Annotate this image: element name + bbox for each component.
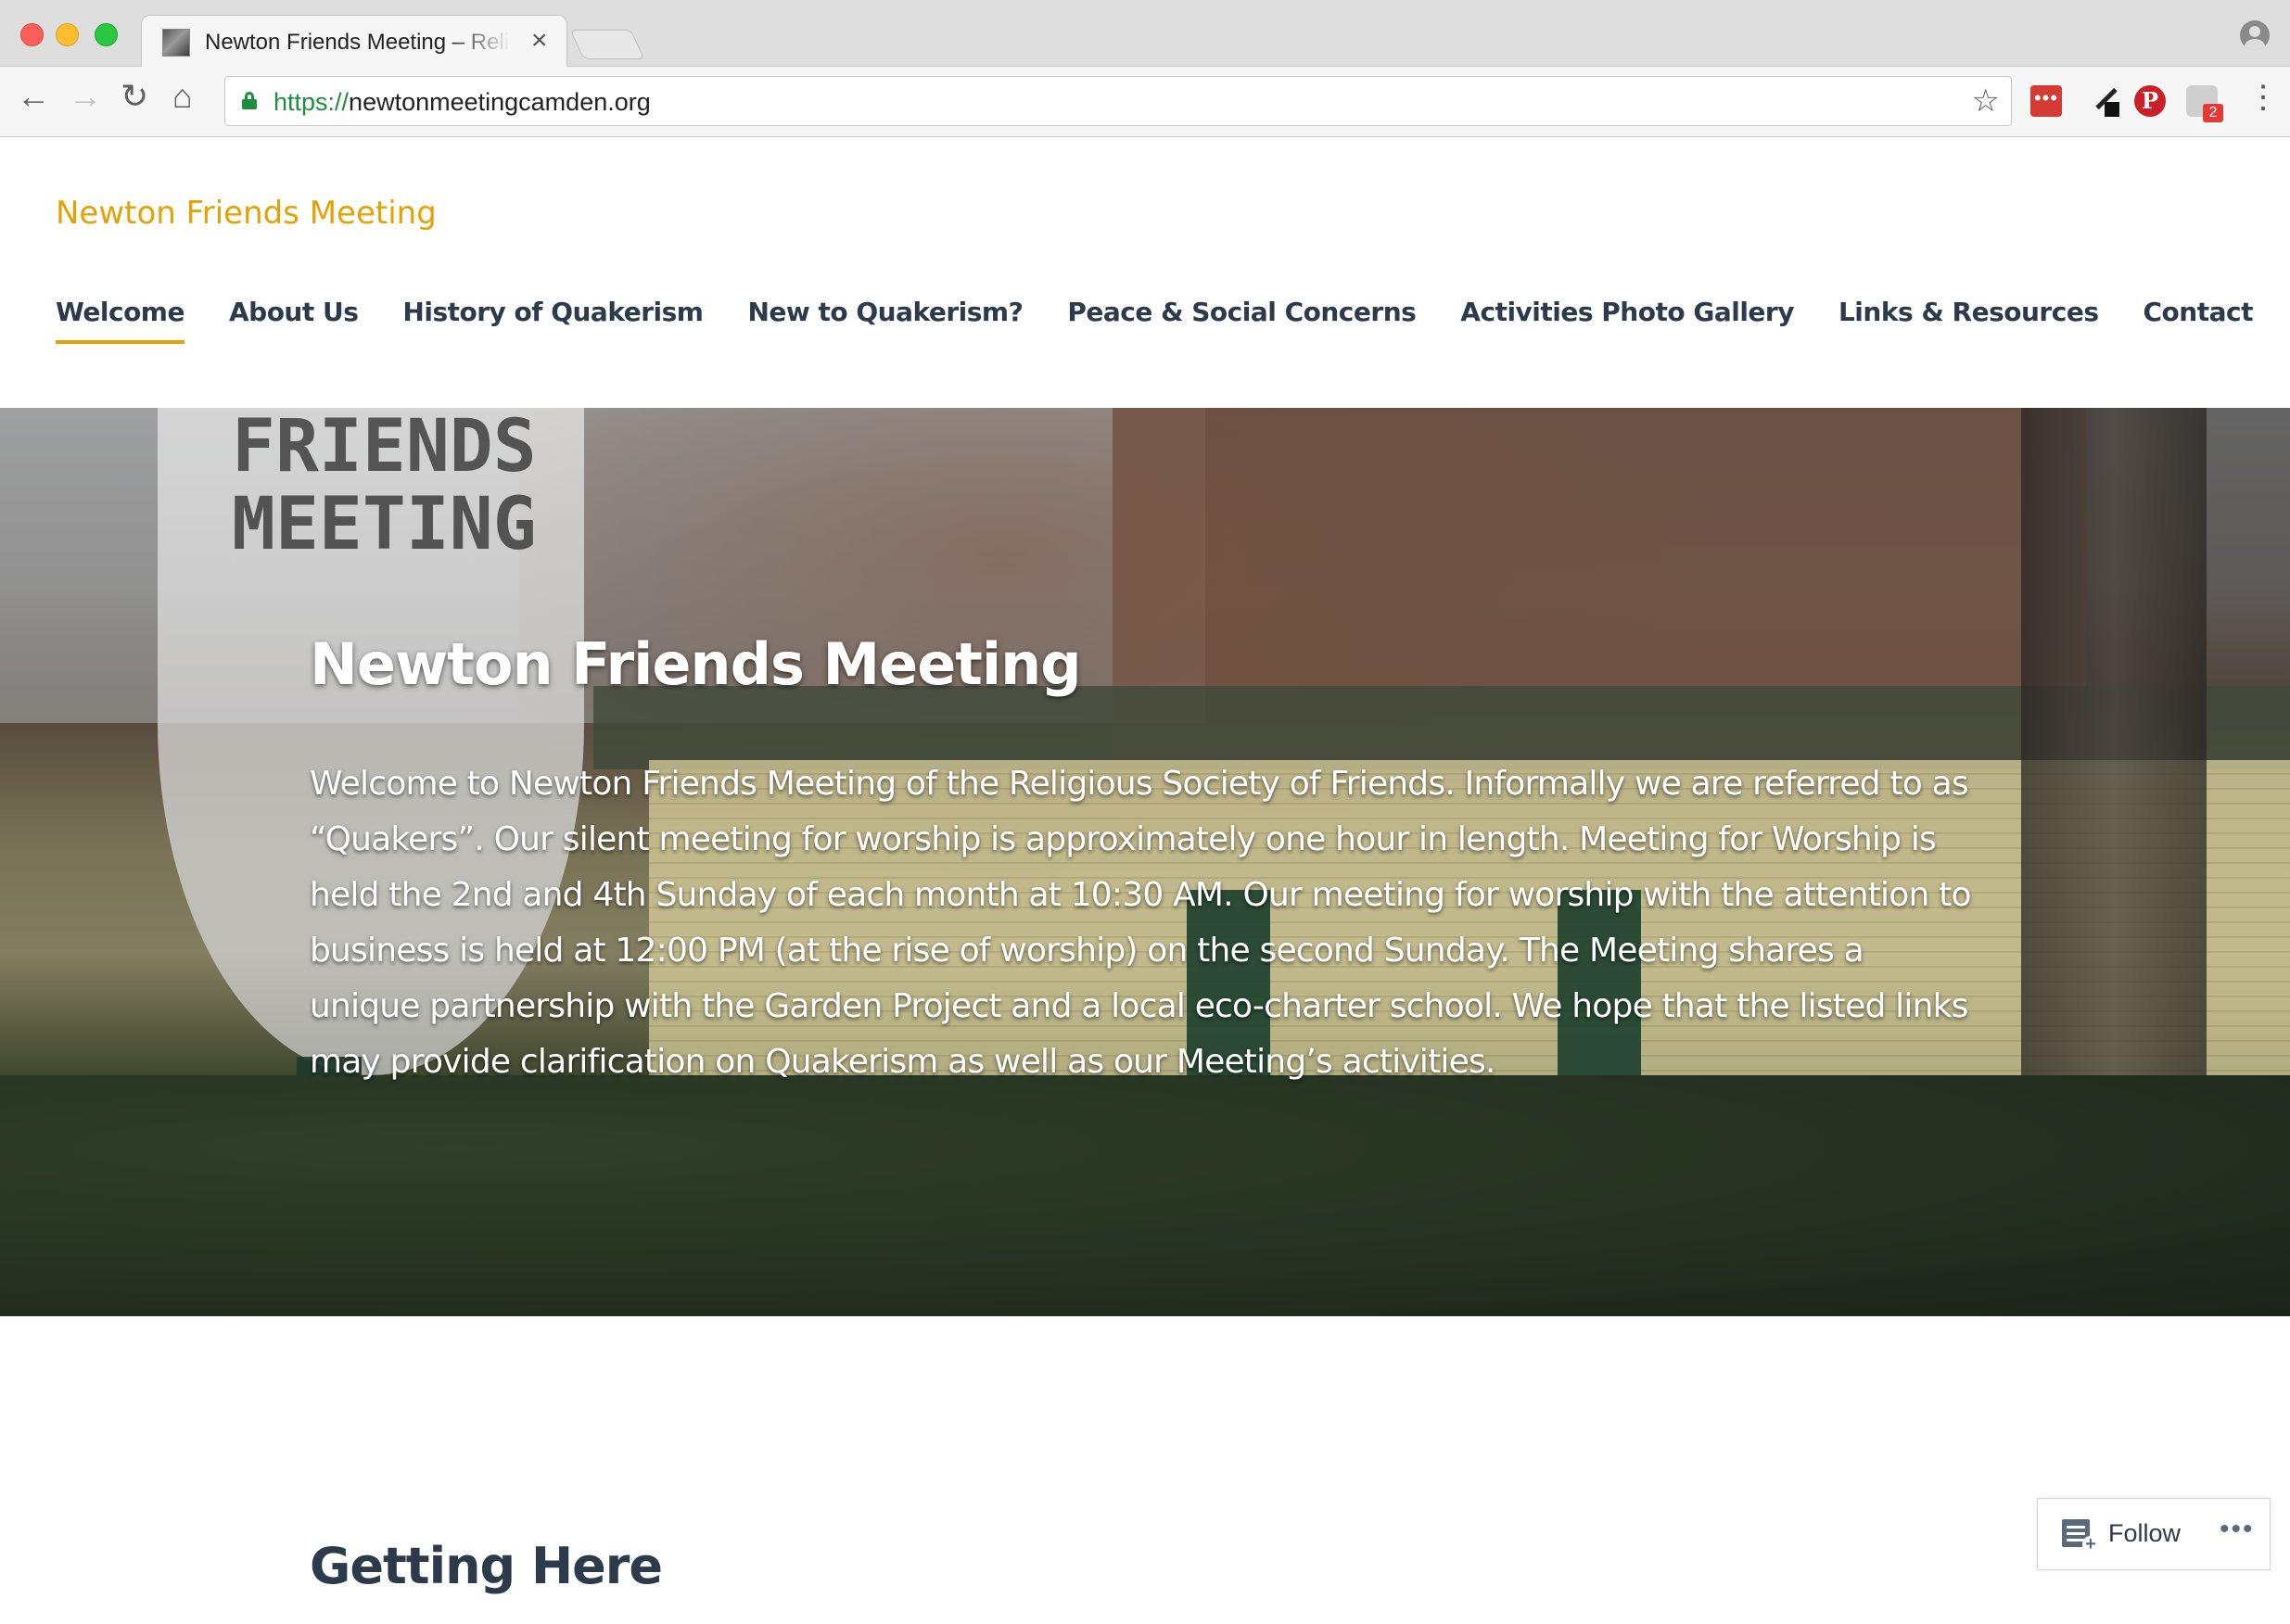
extension-icon[interactable]: 2 bbox=[2186, 85, 2223, 122]
nav-item-contact[interactable]: Contact bbox=[2144, 297, 2254, 344]
web-page: Newton Friends Meeting Welcome About Us … bbox=[0, 137, 2290, 1624]
extension-badge: 2 bbox=[2203, 104, 2223, 122]
main-navigation: Welcome About Us History of Quakerism Ne… bbox=[56, 297, 2253, 344]
profile-icon[interactable] bbox=[2240, 20, 2270, 50]
browser-tab-strip: Newton Friends Meeting – Religious Socie… bbox=[0, 0, 2290, 68]
close-window-button[interactable] bbox=[20, 23, 44, 46]
browser-toolbar: ← → ↻ ⌂ https://newtonmeetingcamden.org … bbox=[0, 67, 2290, 137]
hero-welcome-text: Welcome to Newton Friends Meeting of the… bbox=[310, 765, 1971, 1081]
nav-item-welcome[interactable]: Welcome bbox=[56, 297, 184, 344]
browser-tab-active[interactable]: Newton Friends Meeting – Religious Socie… bbox=[141, 15, 567, 68]
site-favicon-icon bbox=[162, 29, 190, 57]
color-picker-extension-icon[interactable] bbox=[2090, 85, 2121, 117]
zoom-window-button[interactable] bbox=[95, 23, 118, 46]
follow-button[interactable]: Follow bbox=[2108, 1519, 2181, 1548]
minimize-window-button[interactable] bbox=[56, 23, 79, 46]
url-host: newtonmeetingcamden.org bbox=[349, 88, 651, 116]
hero-heading: Newton Friends Meeting bbox=[310, 630, 1082, 698]
url-text[interactable]: https://newtonmeetingcamden.org bbox=[274, 88, 651, 117]
meeting-sign-text: FRIENDS MEETING bbox=[232, 408, 537, 566]
nav-item-about-us[interactable]: About Us bbox=[229, 297, 359, 344]
follow-icon[interactable]: + bbox=[2062, 1519, 2099, 1554]
pinterest-extension-icon[interactable]: P bbox=[2134, 85, 2166, 117]
url-scheme: https:// bbox=[274, 88, 350, 116]
nav-item-links-resources[interactable]: Links & Resources bbox=[1838, 297, 2099, 344]
nav-item-history-of-quakerism[interactable]: History of Quakerism bbox=[402, 297, 704, 344]
more-options-icon[interactable]: ••• bbox=[2220, 1514, 2255, 1545]
tab-title: Newton Friends Meeting – Religious Socie… bbox=[205, 30, 511, 55]
reload-icon[interactable]: ↻ bbox=[121, 80, 148, 113]
new-tab-button[interactable] bbox=[569, 30, 645, 59]
nav-item-activities-photo-gallery[interactable]: Activities Photo Gallery bbox=[1460, 297, 1794, 344]
home-icon[interactable]: ⌂ bbox=[172, 80, 193, 113]
hero-banner: FRIENDS MEETING Newton Friends Meeting W… bbox=[0, 408, 2290, 1316]
nav-item-peace-social-concerns[interactable]: Peace & Social Concerns bbox=[1067, 297, 1416, 344]
lastpass-extension-icon[interactable]: ••• bbox=[2030, 85, 2062, 117]
back-icon[interactable]: ← bbox=[17, 80, 50, 113]
address-bar[interactable]: https://newtonmeetingcamden.org ☆ bbox=[224, 76, 2012, 126]
tab-close-icon[interactable]: × bbox=[531, 25, 548, 57]
follow-widget: + Follow ••• bbox=[2037, 1498, 2271, 1570]
menu-icon[interactable]: ⋮ bbox=[2247, 82, 2279, 113]
forward-icon[interactable]: → bbox=[69, 80, 102, 113]
lock-icon bbox=[242, 92, 257, 109]
nav-item-new-to-quakerism[interactable]: New to Quakerism? bbox=[747, 297, 1023, 344]
bookmark-star-icon[interactable]: ☆ bbox=[1972, 82, 2000, 120]
getting-here-heading: Getting Here bbox=[310, 1537, 663, 1595]
site-title-link[interactable]: Newton Friends Meeting bbox=[56, 195, 437, 232]
